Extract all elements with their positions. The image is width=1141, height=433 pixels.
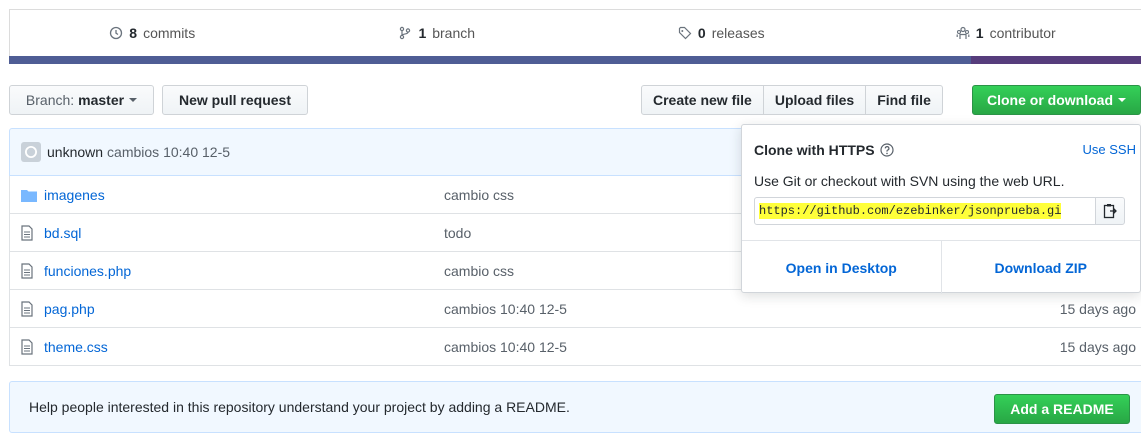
clone-url-text: https://github.com/ezebinker/jsonprueba.… <box>759 203 1061 219</box>
file-name[interactable]: bd.sql <box>44 225 458 241</box>
new-pull-request-button[interactable]: New pull request <box>162 85 308 115</box>
clone-or-download-button[interactable]: Clone or download <box>972 85 1141 115</box>
clone-description: Use Git or checkout with SVN using the w… <box>754 173 1064 189</box>
commit-message[interactable]: cambios 10:40 12-5 <box>107 144 230 160</box>
readme-banner: Help people interested in this repositor… <box>9 381 1141 433</box>
commits-label: commits <box>143 25 195 41</box>
tag-icon <box>678 26 692 40</box>
file-commit-message[interactable]: cambios 10:40 12-5 <box>444 301 567 317</box>
caret-down-icon <box>1118 98 1126 102</box>
file-commit-message[interactable]: cambio css <box>444 187 514 203</box>
file-age: 15 days ago <box>1060 301 1136 317</box>
clone-actions: Open in Desktop Download ZIP <box>742 240 1140 294</box>
github-octocat-icon <box>24 145 38 159</box>
clone-title: Clone with HTTPS <box>754 142 894 158</box>
clone-dropdown-panel: Clone with HTTPS Use SSH Use Git or chec… <box>741 124 1141 293</box>
use-ssh-link[interactable]: Use SSH <box>1083 142 1136 157</box>
file-icon <box>21 339 37 355</box>
file-icon <box>21 263 37 279</box>
file-name[interactable]: funciones.php <box>44 263 458 279</box>
folder-icon <box>21 187 37 203</box>
upload-files-button[interactable]: Upload files <box>763 85 866 115</box>
file-age: 15 days ago <box>1060 339 1136 355</box>
contributor-count: 1 <box>976 25 984 41</box>
branch-prefix: Branch: <box>26 92 74 108</box>
file-name[interactable]: pag.php <box>44 301 458 317</box>
branch-count: 1 <box>418 25 426 41</box>
file-actions-group: Create new file Upload files Find file <box>641 85 943 115</box>
file-commit-message[interactable]: cambio css <box>444 263 514 279</box>
commits-stat[interactable]: 8 commits <box>10 10 295 56</box>
file-commit-message[interactable]: cambios 10:40 12-5 <box>444 339 567 355</box>
language-segment-php <box>9 56 971 64</box>
releases-stat[interactable]: 0 releases <box>579 10 864 56</box>
file-row-theme-css: theme.css cambios 10:40 12-5 15 days ago <box>9 328 1141 366</box>
clone-url-input[interactable]: https://github.com/ezebinker/jsonprueba.… <box>754 197 1096 225</box>
file-icon <box>21 301 37 317</box>
contributor-stat[interactable]: 1 contributor <box>864 10 1141 56</box>
find-file-button[interactable]: Find file <box>865 85 943 115</box>
commit-author[interactable]: unknown <box>47 144 103 160</box>
caret-down-icon <box>129 98 137 102</box>
commits-count: 8 <box>129 25 137 41</box>
file-name[interactable]: imagenes <box>44 187 458 203</box>
organization-icon <box>956 26 970 40</box>
repo-stats-bar: 8 commits 1 branch 0 releases 1 contribu… <box>9 9 1141 56</box>
releases-count: 0 <box>698 25 706 41</box>
download-zip-button[interactable]: Download ZIP <box>942 241 1141 294</box>
open-in-desktop-button[interactable]: Open in Desktop <box>742 241 942 294</box>
file-row-pag-php: pag.php cambios 10:40 12-5 15 days ago <box>9 290 1141 328</box>
avatar[interactable] <box>21 142 41 162</box>
language-bar[interactable] <box>9 56 1141 64</box>
contributor-label: contributor <box>990 25 1056 41</box>
file-icon <box>21 225 37 241</box>
question-icon[interactable] <box>880 143 894 157</box>
branch-select-button[interactable]: Branch: master <box>9 85 154 115</box>
clipboard-icon <box>1103 203 1117 219</box>
branch-name: master <box>78 92 124 108</box>
copy-to-clipboard-button[interactable] <box>1095 197 1125 225</box>
readme-message: Help people interested in this repositor… <box>29 399 570 415</box>
branch-label: branch <box>432 25 475 41</box>
branch-icon <box>398 26 412 40</box>
releases-label: releases <box>712 25 765 41</box>
history-icon <box>109 26 123 40</box>
add-readme-button[interactable]: Add a README <box>994 394 1130 424</box>
language-segment-css <box>971 56 1141 64</box>
clone-or-download-label: Clone or download <box>987 92 1113 108</box>
file-name[interactable]: theme.css <box>44 339 458 355</box>
file-commit-message[interactable]: todo <box>444 225 471 241</box>
clone-title-text: Clone with HTTPS <box>754 142 875 158</box>
create-new-file-button[interactable]: Create new file <box>641 85 764 115</box>
branch-stat[interactable]: 1 branch <box>295 10 580 56</box>
